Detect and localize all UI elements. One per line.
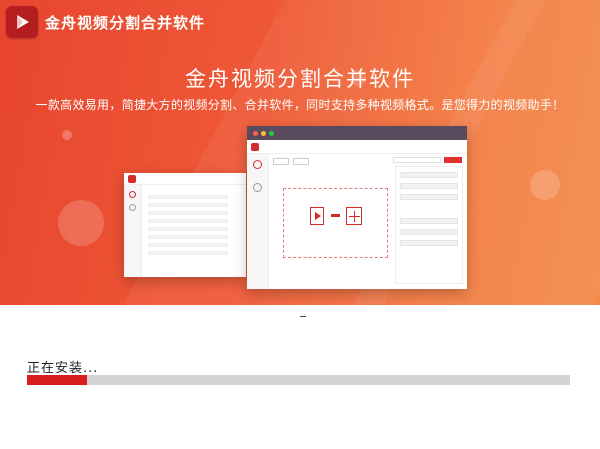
preview-list-row	[148, 243, 228, 247]
preview-setting-row	[400, 172, 458, 178]
preview-header	[247, 140, 467, 154]
mini-logo-icon	[251, 142, 259, 151]
preview-list-row	[148, 211, 228, 215]
decor-circle	[530, 170, 560, 200]
preview-toolbar-button	[273, 158, 289, 165]
app-preview-front	[247, 126, 467, 289]
app-title: 金舟视频分割合并软件	[45, 14, 206, 32]
add-icon	[346, 207, 362, 225]
split-icon	[253, 160, 262, 169]
minimize-dot-icon	[261, 130, 266, 136]
play-icon	[17, 15, 29, 29]
banner-headline: 金舟视频分割合并软件	[185, 67, 415, 91]
install-progress-bar	[27, 375, 570, 385]
close-dot-icon	[253, 130, 258, 136]
preview-setting-row	[400, 183, 458, 189]
preview-setting-row	[400, 229, 458, 235]
preview-header	[124, 173, 246, 185]
preview-list-row	[148, 219, 228, 223]
preview-setting-row	[400, 194, 458, 200]
preview-start-button	[444, 157, 462, 163]
maximize-dot-icon	[269, 130, 274, 136]
preview-drop-area	[283, 188, 388, 258]
arrow-icon	[331, 214, 340, 217]
video-file-icon	[310, 207, 324, 225]
decor-circle	[58, 200, 104, 246]
preview-list-row	[148, 235, 228, 239]
preview-setting-row	[400, 240, 458, 246]
preview-sidebar	[124, 185, 142, 277]
app-logo	[6, 6, 38, 38]
install-status: 正在安装...	[27, 361, 99, 376]
preview-titlebar	[247, 126, 467, 140]
preview-sidebar	[247, 154, 269, 289]
preview-settings-panel	[395, 166, 463, 284]
install-progress-fill	[27, 375, 87, 385]
preview-list-row	[148, 251, 228, 255]
hero-banner: 金舟视频分割合并软件 金舟视频分割合并软件 一款高效易用，简捷大方的视频分割、合…	[0, 0, 600, 305]
preview-list-row	[148, 203, 228, 207]
collapse-icon[interactable]	[300, 316, 306, 317]
preview-list-row	[148, 227, 228, 231]
merge-icon	[129, 204, 136, 211]
preview-setting-row	[400, 218, 458, 224]
app-preview-back	[124, 173, 246, 277]
preview-toolbar-button	[293, 158, 309, 165]
decor-circle	[62, 130, 72, 140]
preview-list-row	[148, 195, 228, 199]
split-icon	[129, 191, 136, 198]
preview-output-input	[393, 157, 441, 163]
mini-logo-icon	[128, 174, 136, 183]
banner-subline: 一款高效易用，简捷大方的视频分割、合并软件，同时支持多种视频格式。是您得力的视频…	[35, 98, 565, 112]
merge-icon	[253, 183, 262, 192]
